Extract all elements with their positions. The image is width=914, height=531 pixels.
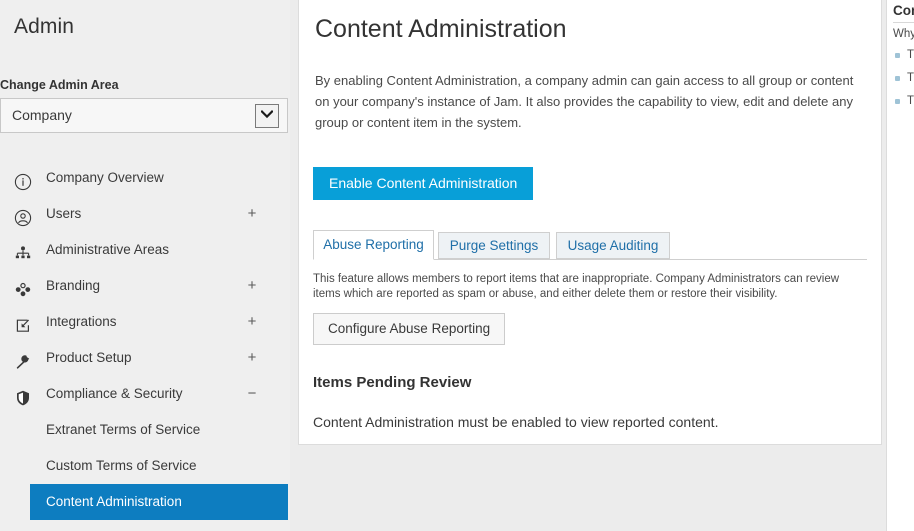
sidebar-subitem-label: Extranet Terms of Service [46, 422, 201, 437]
tab-description-text: This feature allows members to report it… [313, 273, 840, 300]
sidebar-item-users[interactable]: Users + [0, 196, 290, 232]
items-pending-review-heading: Items Pending Review [313, 374, 472, 391]
help-side-panel: Con Why T P T P T c [886, 0, 914, 531]
sidebar-item-label: Branding [46, 278, 101, 293]
chevron-down-icon[interactable] [255, 104, 279, 128]
sidebar-item-compliance-security[interactable]: Compliance & Security − [0, 376, 290, 412]
sidebar-item-product-setup[interactable]: Product Setup + [0, 340, 290, 376]
content-intro-text: By enabling Content Administration, a co… [315, 73, 854, 130]
help-panel-title: Con [893, 3, 914, 18]
sidebar-subitem-label: Content Administration [46, 494, 182, 509]
list-item: T c [893, 94, 914, 109]
sidebar-item-label: Administrative Areas [46, 242, 170, 257]
content-panel: Content Administration By enabling Conte… [298, 0, 882, 445]
enable-content-administration-button[interactable]: Enable Content Administration [313, 167, 534, 200]
sidebar-item-extranet-terms-of-service[interactable]: Extranet Terms of Service [0, 412, 290, 448]
sidebar-item-label: Integrations [46, 314, 117, 329]
tab-purge-settings[interactable]: Purge Settings [438, 232, 550, 259]
sidebar-item-toggle[interactable]: + [246, 340, 258, 376]
page-title: Admin [14, 15, 75, 38]
list-item: T P [893, 48, 914, 63]
tab-usage-auditing[interactable]: Usage Auditing [556, 232, 670, 259]
sidebar-item-branding[interactable]: Branding + [0, 268, 290, 304]
configure-abuse-reporting-button[interactable]: Configure Abuse Reporting [313, 313, 506, 345]
items-pending-review-text: Content Administration must be enabled t… [313, 414, 719, 430]
sidebar-item-custom-terms-of-service[interactable]: Custom Terms of Service [0, 448, 290, 484]
help-panel-subtitle: Why [893, 28, 914, 40]
sidebar-item-toggle[interactable]: + [246, 304, 258, 340]
sidebar-subitem-label: Custom Terms of Service [46, 458, 197, 473]
help-panel-divider [893, 22, 914, 23]
list-item: T P [893, 71, 914, 86]
sidebar-item-label: Compliance & Security [46, 386, 183, 401]
sidebar-item-label: Company Overview [46, 170, 164, 185]
admin-area-select[interactable]: Company [0, 98, 288, 133]
sidebar-item-toggle[interactable]: + [246, 196, 258, 232]
sidebar-item-company-overview[interactable]: Company Overview [0, 160, 290, 196]
help-panel-list: T P T P T c [893, 48, 914, 117]
sidebar-item-label: Users [46, 206, 82, 221]
sidebar-nav: Company Overview Users + Administrative … [0, 160, 290, 520]
sidebar-item-administrative-areas[interactable]: Administrative Areas [0, 232, 290, 268]
shield-icon [14, 385, 32, 406]
sidebar-item-content-administration[interactable]: Content Administration [30, 484, 288, 520]
integration-box-icon [14, 313, 32, 332]
change-admin-area-label: Change Admin Area [0, 78, 119, 92]
org-chart-icon [14, 241, 32, 259]
sidebar-item-toggle[interactable]: − [246, 376, 258, 412]
palette-dots-icon [14, 277, 32, 297]
user-circle-icon [14, 205, 32, 227]
content-heading: Content Administration [315, 15, 567, 43]
sidebar-item-integrations[interactable]: Integrations + [0, 304, 290, 340]
tab-abuse-reporting[interactable]: Abuse Reporting [313, 230, 434, 260]
info-circle-icon [14, 169, 32, 191]
admin-area-select-value: Company [12, 107, 72, 123]
sidebar-item-label: Product Setup [46, 350, 132, 365]
wrench-icon [14, 349, 32, 369]
sidebar-item-toggle[interactable]: + [246, 268, 258, 304]
admin-sidebar: Admin Change Admin Area Company Company … [0, 0, 290, 531]
